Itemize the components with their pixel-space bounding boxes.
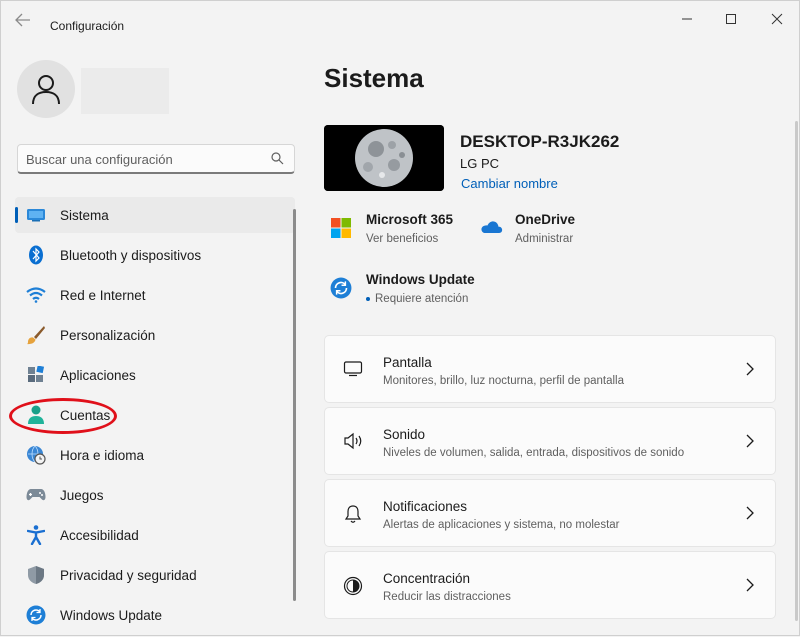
minimize-button[interactable] xyxy=(673,9,701,29)
bell-icon xyxy=(343,504,365,526)
search-icon[interactable] xyxy=(271,152,284,170)
card-concentracion[interactable]: Concentración Reducir las distracciones xyxy=(324,551,776,619)
focus-icon xyxy=(343,576,365,598)
sidebar-item-windows-update[interactable]: Windows Update xyxy=(15,597,295,633)
sidebar-item-label: Hora e idioma xyxy=(60,447,145,463)
sidebar-item-label: Accesibilidad xyxy=(60,527,139,543)
monitor-icon xyxy=(26,205,46,225)
device-name: DESKTOP-R3JK262 xyxy=(460,132,620,151)
search-input[interactable] xyxy=(26,150,266,168)
speaker-icon xyxy=(343,432,365,454)
user-profile[interactable] xyxy=(17,60,169,118)
apps-icon xyxy=(26,365,46,385)
settings-list: Pantalla Monitores, brillo, luz nocturna… xyxy=(324,335,776,623)
quick-title: OneDrive xyxy=(515,212,576,227)
sidebar-item-label: Windows Update xyxy=(60,607,163,623)
windows-update-tile[interactable]: Windows Update Requiere atención xyxy=(330,272,475,305)
sidebar-item-label: Sistema xyxy=(60,207,109,223)
bluetooth-icon xyxy=(26,245,46,265)
card-title: Concentración xyxy=(383,571,471,586)
card-pantalla[interactable]: Pantalla Monitores, brillo, luz nocturna… xyxy=(324,335,776,403)
back-arrow-icon[interactable] xyxy=(15,13,35,29)
title-bar: Configuración xyxy=(1,1,800,37)
sidebar-nav: Sistema Bluetooth y dispositivos Red e I… xyxy=(15,197,295,637)
update-icon xyxy=(330,277,354,301)
shield-icon xyxy=(26,565,46,585)
settings-window: Configuración Si xyxy=(0,0,800,636)
sidebar-item-cuentas[interactable]: Cuentas xyxy=(15,397,295,433)
close-button[interactable] xyxy=(763,9,791,29)
onedrive-cloud-icon xyxy=(479,217,503,241)
quick-title: Windows Update xyxy=(366,272,475,287)
quick-title: Microsoft 365 xyxy=(366,212,454,227)
chevron-right-icon xyxy=(745,578,755,592)
card-subtitle: Niveles de volumen, salida, entrada, dis… xyxy=(383,447,685,459)
sidebar-item-bluetooth[interactable]: Bluetooth y dispositivos xyxy=(15,237,295,273)
sidebar-item-aplicaciones[interactable]: Aplicaciones xyxy=(15,357,295,393)
sidebar-item-juegos[interactable]: Juegos xyxy=(15,477,295,513)
card-notificaciones[interactable]: Notificaciones Alertas de aplicaciones y… xyxy=(324,479,776,547)
username-redacted xyxy=(81,68,169,114)
sidebar-item-label: Aplicaciones xyxy=(60,367,136,383)
card-title: Notificaciones xyxy=(383,499,468,514)
chevron-right-icon xyxy=(745,434,755,448)
device-wallpaper-thumbnail[interactable] xyxy=(324,125,444,191)
attention-dot-icon xyxy=(366,296,370,301)
avatar[interactable] xyxy=(17,60,75,118)
card-sonido[interactable]: Sonido Niveles de volumen, salida, entra… xyxy=(324,407,776,475)
sidebar-item-sistema[interactable]: Sistema xyxy=(15,197,295,233)
sidebar-item-label: Red e Internet xyxy=(60,287,146,303)
maximize-button[interactable] xyxy=(717,9,745,29)
quick-subtitle: Ver beneficios xyxy=(366,233,439,245)
sidebar-item-label: Bluetooth y dispositivos xyxy=(60,247,202,263)
search-box[interactable] xyxy=(17,144,295,174)
person-outline-icon xyxy=(32,75,60,105)
wifi-icon xyxy=(26,285,46,305)
sidebar-item-label: Cuentas xyxy=(60,407,111,423)
page-title: Sistema xyxy=(324,63,424,93)
sidebar-item-red[interactable]: Red e Internet xyxy=(15,277,295,313)
sidebar-item-label: Juegos xyxy=(60,487,104,503)
person-icon xyxy=(26,405,46,425)
chevron-right-icon xyxy=(745,362,755,376)
microsoft-logo-icon xyxy=(330,217,354,241)
microsoft-365-tile[interactable]: Microsoft 365 Ver beneficios xyxy=(330,212,453,245)
accessibility-icon xyxy=(26,525,46,545)
device-model: LG PC xyxy=(460,156,500,171)
sidebar-item-privacidad[interactable]: Privacidad y seguridad xyxy=(15,557,295,593)
rename-link[interactable]: Cambiar nombre xyxy=(461,176,558,191)
card-title: Sonido xyxy=(383,427,426,442)
card-title: Pantalla xyxy=(383,355,432,370)
card-subtitle: Monitores, brillo, luz nocturna, perfil … xyxy=(383,375,624,387)
sidebar-item-personalizacion[interactable]: Personalización xyxy=(15,317,295,353)
quick-subtitle: Requiere atención xyxy=(366,293,475,305)
gamepad-icon xyxy=(26,485,46,505)
onedrive-tile[interactable]: OneDrive Administrar xyxy=(479,212,575,245)
sidebar-item-hora[interactable]: Hora e idioma xyxy=(15,437,295,473)
clock-globe-icon xyxy=(26,445,46,465)
sidebar-item-accesibilidad[interactable]: Accesibilidad xyxy=(15,517,295,553)
chevron-right-icon xyxy=(745,506,755,520)
quick-subtitle: Administrar xyxy=(515,233,574,245)
sidebar-item-label: Privacidad y seguridad xyxy=(60,567,197,583)
update-status: Requiere atención xyxy=(375,293,469,305)
card-subtitle: Reducir las distracciones xyxy=(383,591,511,603)
sidebar-scrollbar[interactable] xyxy=(293,209,296,601)
moon-image xyxy=(324,125,444,191)
display-icon xyxy=(343,360,365,382)
brush-icon xyxy=(26,325,46,345)
update-icon xyxy=(26,605,46,625)
main-scrollbar[interactable] xyxy=(795,121,798,621)
card-subtitle: Alertas de aplicaciones y sistema, no mo… xyxy=(383,519,620,531)
sidebar-item-label: Personalización xyxy=(60,327,156,343)
app-title: Configuración xyxy=(50,19,125,33)
